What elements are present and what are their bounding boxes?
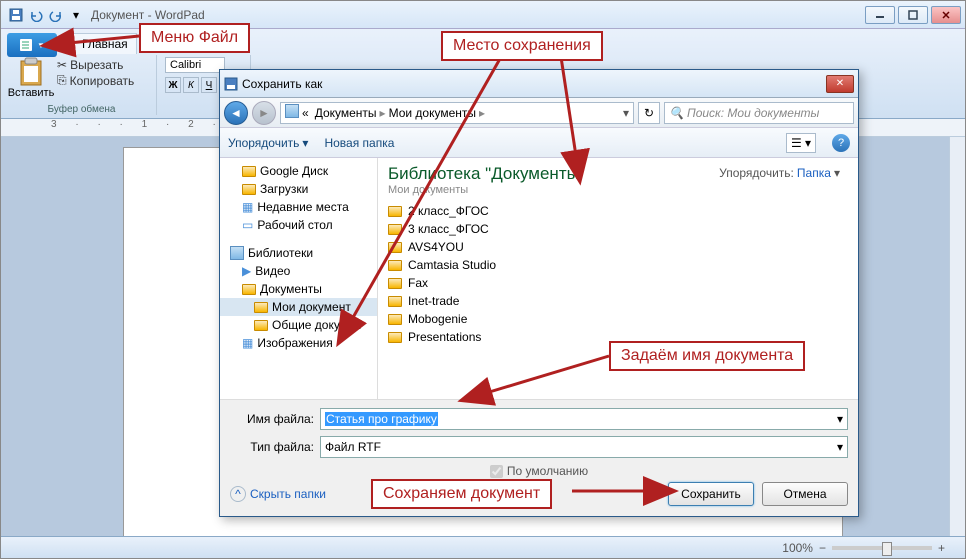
callout-save-location: Место сохранения	[441, 31, 603, 61]
callout-save-doc: Сохраняем документ	[371, 479, 552, 509]
callout-file-menu: Меню Файл	[139, 23, 250, 53]
callout-set-name: Задаём имя документа	[609, 341, 805, 371]
annotation-arrows	[1, 1, 966, 560]
